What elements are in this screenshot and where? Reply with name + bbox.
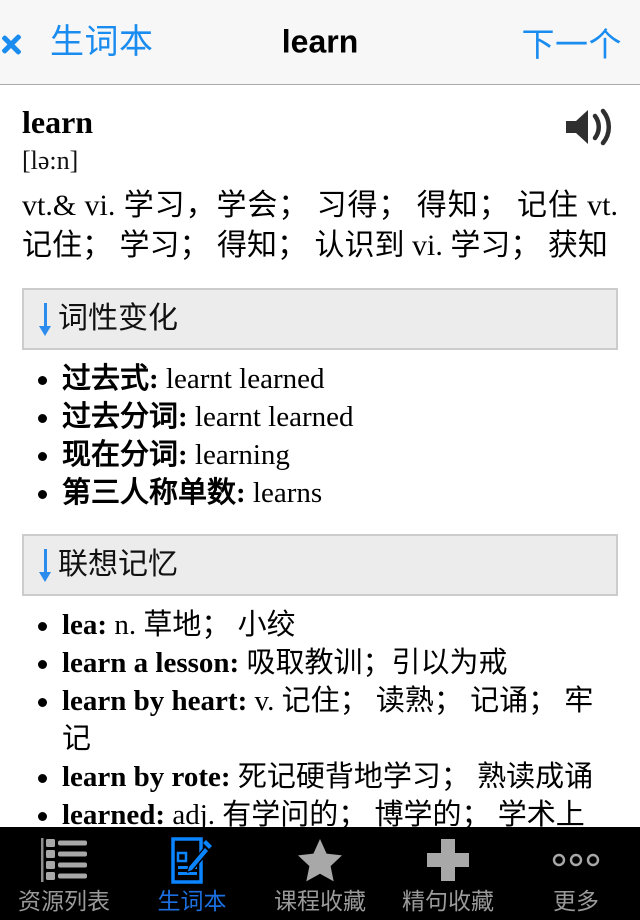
list-item-definition: learns [245, 477, 323, 509]
sense-definitions: vt.& vi. 学习，学会； 习得； 得知； 记住 vt. 记住； 学习； 得… [22, 189, 618, 262]
list-item-term: lea: [62, 609, 108, 641]
arrow-down-icon [38, 547, 52, 583]
list-item-definition: learnt learned [187, 401, 354, 433]
list-item-definition: learnt learned [158, 363, 325, 395]
speaker-icon[interactable] [562, 104, 618, 150]
app-root: 生词本 learn 下一个 learn [lə:n] vt.& vi. 学习，学… [0, 0, 640, 920]
associations-list: lea: n. 草地； 小绞 learn a lesson: 吸取教训；引以为戒… [22, 606, 618, 827]
tab-more[interactable]: 更多 [512, 827, 640, 920]
section-title: 联想记忆 [58, 548, 178, 581]
headword-row: learn [22, 102, 618, 146]
list-item-term: learn by rote: [62, 761, 231, 793]
list-item-definition: learning [187, 439, 290, 471]
back-button[interactable]: 生词本 [16, 22, 154, 62]
section-header-associations[interactable]: 联想记忆 [22, 534, 618, 596]
back-button-label: 生词本 [50, 23, 154, 61]
content-inner: learn [lə:n] vt.& vi. 学习，学会； 习得； 得知； 记住 … [0, 86, 640, 827]
tab-label: 课程收藏 [274, 888, 366, 914]
phonetic-transcription: [lə:n] [22, 146, 79, 175]
tab-course-favorites[interactable]: 课程收藏 [256, 827, 384, 920]
list-item: learn by rote: 死记硬背地学习； 熟读成诵 [26, 758, 618, 796]
chevron-left-icon [16, 22, 42, 62]
list-item-term: 过去式: [62, 363, 159, 395]
list-item-term: 现在分词: [62, 439, 188, 471]
list-item: learned: adj. 有学问的； 博学的； 学术上 [26, 796, 618, 827]
notebook-pencil-icon [169, 835, 215, 885]
list-item-definition: adj. 有学问的； 博学的； 学术上 [165, 799, 585, 827]
list-item: 现在分词: learning [26, 436, 618, 474]
tab-label: 精句收藏 [402, 888, 494, 914]
list-item-definition: 死记硬背地学习； 熟读成诵 [230, 761, 594, 793]
list-item-definition: n. 草地； 小绞 [107, 609, 296, 641]
dictionary-content[interactable]: learn [lə:n] vt.& vi. 学习，学会； 习得； 得知； 记住 … [0, 86, 640, 827]
tab-label: 更多 [553, 888, 599, 914]
list-item: learn a lesson: 吸取教训；引以为戒 [26, 644, 618, 682]
tab-bar: 资源列表 生词本 课程收藏 精句收藏 更多 [0, 827, 640, 920]
list-item: 过去分词: learnt learned [26, 398, 618, 436]
list-item-term: 第三人称单数: [62, 477, 246, 509]
list-item-definition: 吸取教训；引以为戒 [239, 647, 508, 679]
list-item: 第三人称单数: learns [26, 474, 618, 512]
plus-icon [425, 835, 471, 885]
word-forms-list: 过去式: learnt learned 过去分词: learnt learned… [22, 360, 618, 512]
headword: learn [22, 104, 94, 140]
list-item-term: learned: [62, 799, 166, 827]
list-item: learn by heart: v. 记住； 读熟； 记诵； 牢记 [26, 682, 618, 758]
tab-label: 资源列表 [18, 888, 110, 914]
list-item-term: learn a lesson: [62, 647, 240, 679]
list-item-term: 过去分词: [62, 401, 188, 433]
list-icon [41, 835, 87, 885]
arrow-down-icon [38, 301, 52, 337]
tab-sentence-favorites[interactable]: 精句收藏 [384, 827, 512, 920]
tab-label: 生词本 [157, 888, 227, 914]
star-icon [296, 835, 344, 885]
list-item: 过去式: learnt learned [26, 360, 618, 398]
tab-resource-list[interactable]: 资源列表 [0, 827, 128, 920]
ellipsis-icon [552, 835, 600, 885]
navigation-bar: 生词本 learn 下一个 [0, 0, 640, 85]
tab-vocabulary-notebook[interactable]: 生词本 [128, 827, 256, 920]
section-header-word-forms[interactable]: 词性变化 [22, 288, 618, 350]
section-title: 词性变化 [58, 302, 178, 335]
next-word-button[interactable]: 下一个 [522, 18, 623, 66]
list-item-term: learn by heart: [62, 685, 248, 717]
list-item: lea: n. 草地； 小绞 [26, 606, 618, 644]
